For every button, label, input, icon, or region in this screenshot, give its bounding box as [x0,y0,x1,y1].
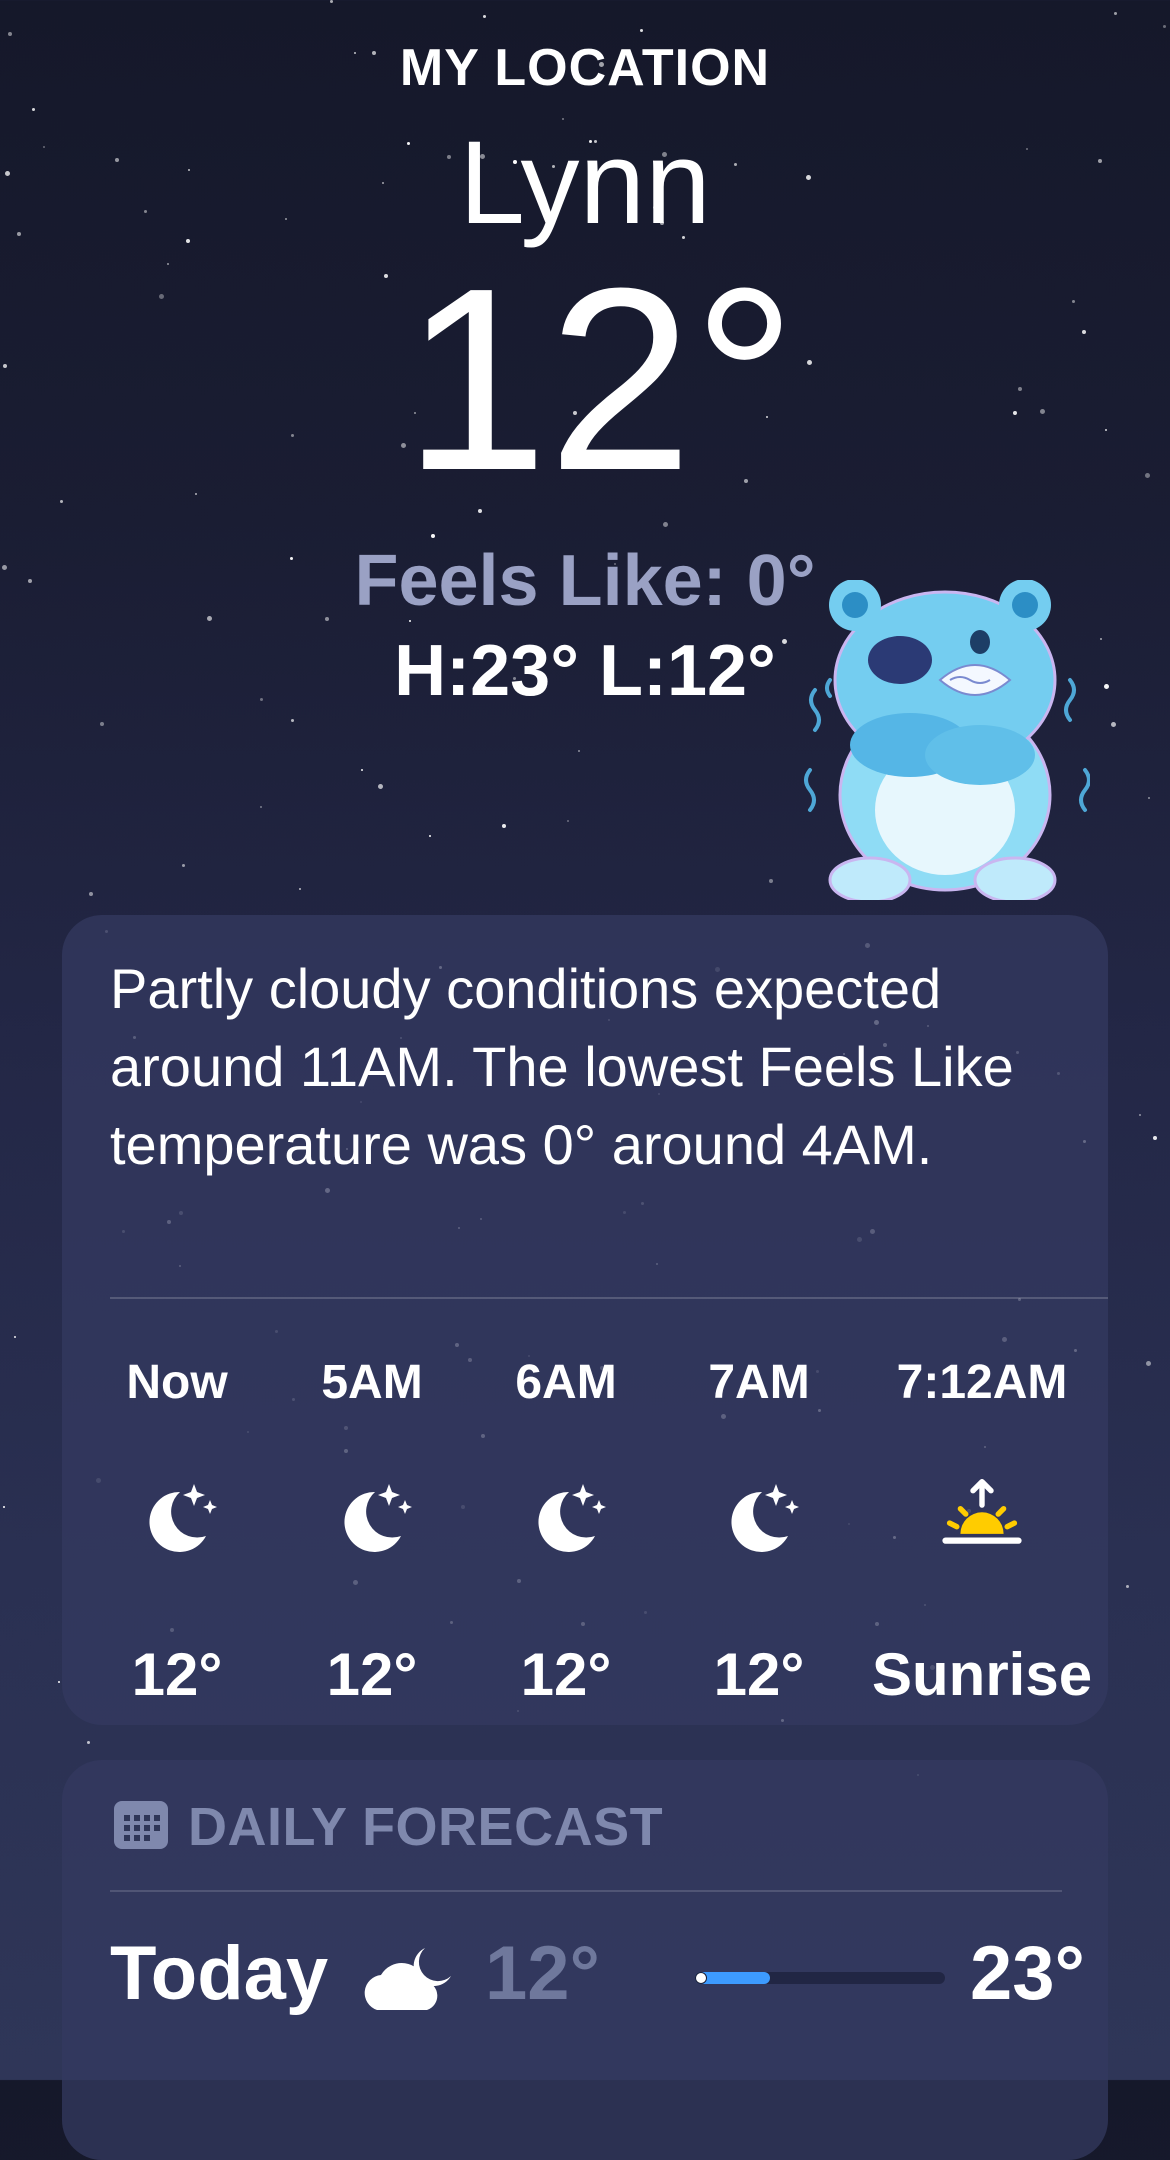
star-dot [3,1506,5,1508]
day-name: Today [110,1931,329,2016]
low-temperature: L:12° [599,631,776,711]
daily-row-today[interactable]: Today 12° 23° [110,1930,1110,2030]
star-dot [1163,25,1166,28]
daily-forecast-card[interactable]: DAILY FORECAST Today 12° 23° [62,1760,1108,2160]
star-dot [58,1681,60,1683]
high-temperature: H:23° [394,631,579,711]
star-dot [330,0,333,3]
star-dot [769,879,773,883]
star-dot [429,835,431,837]
star-dot [1114,12,1117,15]
star-dot [89,892,93,896]
moon-stars-icon [344,1484,412,1552]
star-dot [14,1336,16,1338]
temperature-range-bar [695,1972,945,1984]
card-divider [110,1890,1062,1892]
star-dot [1139,1114,1141,1116]
star-dot [87,1741,90,1744]
current-temperature-marker [695,1972,707,1984]
star-dot [1111,722,1116,727]
hourly-forecast-strip[interactable]: Now 12° 5AM 12° 6AM 12° 7AM 12° 7:12AM S… [62,1315,1108,1715]
moon-stars-icon [149,1484,217,1552]
card-divider [110,1297,1108,1299]
hour-time: 7AM [708,1356,810,1409]
day-high-temperature: 23° [970,1931,1085,2016]
star-dot [578,750,580,752]
sunrise-label: Sunrise [872,1641,1093,1708]
current-temperature: 12° [403,235,797,525]
star-dot [483,15,486,18]
star-dot [8,32,12,36]
star-dot [640,29,643,32]
city-name: Lynn [459,117,711,249]
hour-temperature: 12° [520,1641,612,1708]
partly-cloudy-night-icon [364,1948,451,2010]
star-dot [100,722,104,726]
hour-temperature: 12° [326,1641,418,1708]
daily-forecast-title-text: DAILY FORECAST [188,1797,664,1857]
star-dot [1126,1585,1129,1588]
shivering-bear-illustration [804,580,1090,900]
star-dot [361,769,363,771]
hour-temperature: 12° [131,1641,223,1708]
location-label: MY LOCATION [399,39,771,97]
daily-forecast-title: DAILY FORECAST [112,1795,663,1858]
star-dot [378,784,383,789]
star-dot [431,534,435,538]
star-dot [299,888,301,890]
calendar-icon [114,1801,168,1849]
star-dot [1148,797,1150,799]
star-dot [1146,1361,1151,1366]
star-dot [567,820,569,822]
hour-time: 6AM [515,1356,617,1409]
weather-summary-text: Partly cloudy conditions expected around… [110,957,1014,1176]
day-low-temperature: 12° [485,1931,600,2016]
hour-time: 5AM [321,1356,423,1409]
star-dot [182,864,185,867]
star-dot [32,108,35,111]
weather-summary-card[interactable]: Partly cloudy conditions expected around… [62,915,1108,1725]
hour-time: Now [126,1356,228,1409]
star-dot [502,824,506,828]
hour-temperature: 12° [713,1641,805,1708]
sunrise-icon [942,1479,1022,1544]
star-dot [260,806,262,808]
star-dot [291,719,294,722]
hour-time: 7:12AM [896,1356,1068,1409]
moon-stars-icon [538,1484,606,1552]
moon-stars-icon [731,1484,799,1552]
star-dot [1153,1136,1157,1140]
